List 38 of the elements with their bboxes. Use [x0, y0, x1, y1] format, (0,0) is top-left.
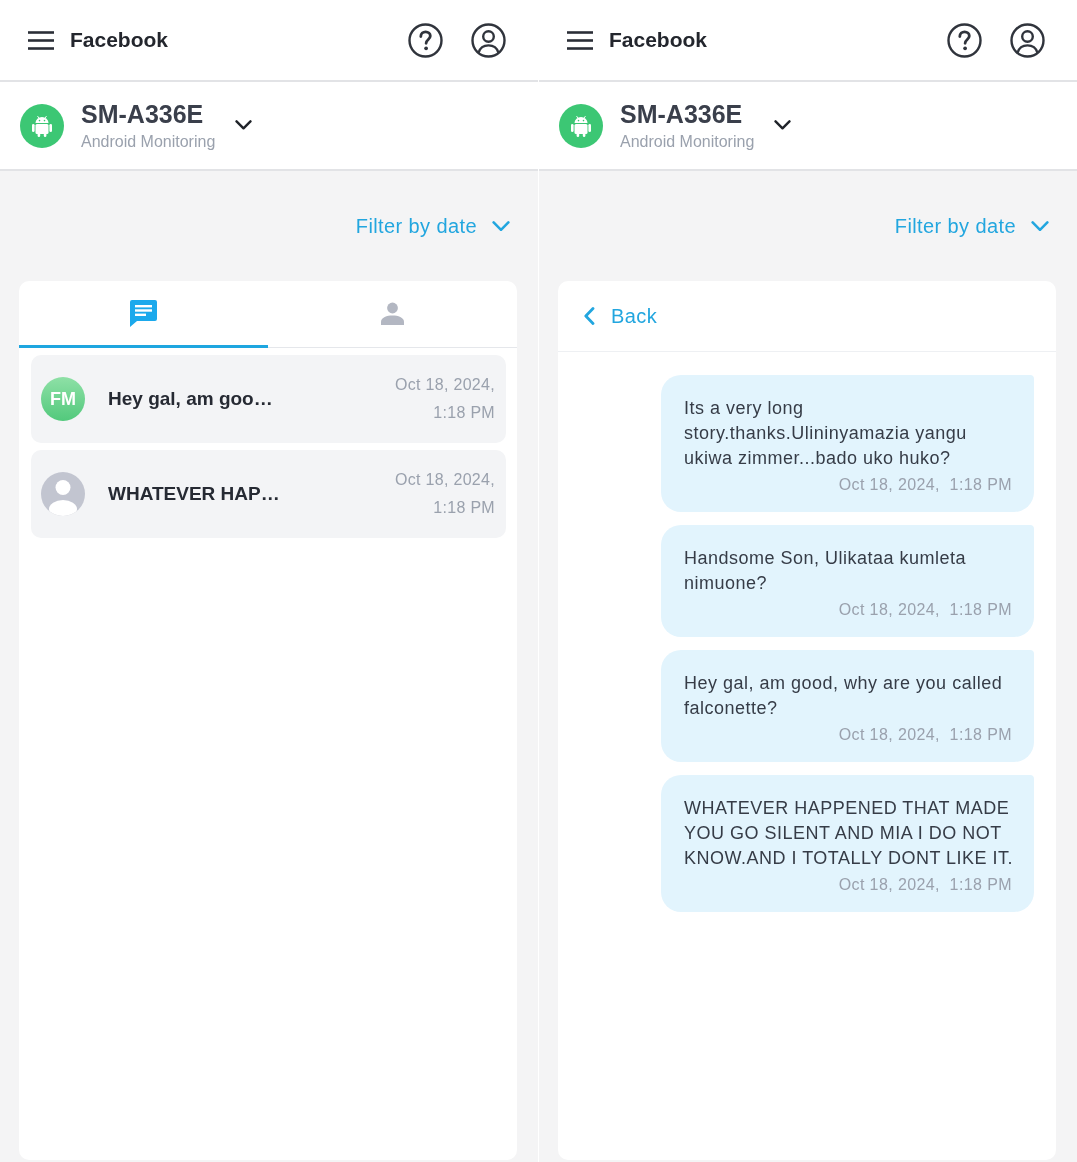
- message-text: WHATEVER HAPPENED THAT MADE YOU GO SILENT AND MIA I DO NOT KNOW.AND I TOTALLY DONT LIKE IT.: [684, 797, 1015, 870]
- message-time: Oct 18, 2024, 1:18 PM: [838, 600, 1012, 620]
- device-subtitle: Android Monitoring: [81, 131, 216, 152]
- profile-icon[interactable]: [471, 22, 506, 58]
- conversation-item[interactable]: FM Hey gal, am goo… Oct 18, 2024, 1:18 PM: [31, 355, 506, 443]
- filter-by-date-button[interactable]: Filter by date: [894, 214, 1049, 238]
- back-button[interactable]: Back: [584, 304, 658, 328]
- conversation-preview: WHATEVER HAP…: [108, 483, 281, 505]
- filter-by-date-button[interactable]: Filter by date: [355, 214, 510, 238]
- menu-icon[interactable]: [28, 30, 54, 50]
- message-time: Oct 18, 2024, 1:18 PM: [838, 875, 1012, 895]
- android-icon: [559, 103, 603, 148]
- person-icon: [381, 301, 404, 325]
- message-text: Hey gal, am good, why are you called falconette?: [684, 672, 1004, 720]
- device-name: SM-A336E: [81, 98, 205, 129]
- message-time: Oct 18, 2024, 1:18 PM: [838, 725, 1012, 745]
- message-text: Handsome Son, Ulikataa kumleta nimuone?: [684, 547, 968, 595]
- avatar-initials: FM: [41, 377, 85, 421]
- device-subtitle: Android Monitoring: [620, 131, 755, 152]
- message-time: Oct 18, 2024, 1:18 PM: [838, 475, 1012, 495]
- chat-icon: [129, 298, 158, 328]
- help-icon[interactable]: [947, 22, 982, 58]
- profile-icon[interactable]: [1010, 22, 1045, 58]
- chevron-down-icon[interactable]: [235, 120, 253, 131]
- app-title: Facebook: [609, 28, 708, 52]
- chevron-down-icon[interactable]: [774, 120, 792, 131]
- conversation-time: Oct 18, 2024, 1:18 PM: [394, 375, 495, 423]
- message-text: Its a very long story.thanks.Ulininyamazia yangu ukiwa zimmer...bado uko huko?: [684, 397, 968, 470]
- app-title: Facebook: [70, 28, 169, 52]
- android-icon: [20, 103, 64, 148]
- conversation-item[interactable]: WHATEVER HAP… Oct 18, 2024, 1:18 PM: [31, 450, 506, 538]
- help-icon[interactable]: [408, 22, 443, 58]
- device-name: SM-A336E: [620, 98, 744, 129]
- conversation-time: Oct 18, 2024, 1:18 PM: [394, 470, 495, 518]
- conversation-preview: Hey gal, am goo…: [108, 388, 274, 410]
- menu-icon[interactable]: [567, 30, 593, 50]
- user-avatar-icon: [41, 472, 85, 516]
- chevron-left-icon: [584, 307, 595, 325]
